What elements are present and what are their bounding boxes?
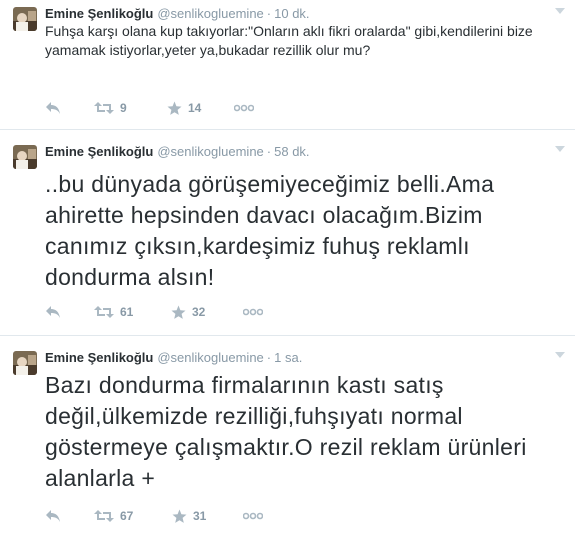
favorite-count: 32 [192, 305, 206, 319]
separator: · [266, 144, 272, 159]
favorite-button[interactable]: 31 [172, 506, 206, 526]
user-name[interactable]: Emine Şenlikoğlu [45, 6, 153, 21]
user-handle[interactable]: @senlikogluemine [157, 144, 263, 159]
more-icon [243, 512, 263, 520]
avatar[interactable] [13, 7, 37, 31]
more-button[interactable] [243, 302, 263, 322]
tweet-header: Emine Şenlikoğlu @senlikogluemine · 58 dk. [45, 144, 310, 160]
more-icon [243, 308, 263, 316]
retweet-count: 61 [120, 305, 134, 319]
reply-icon [46, 510, 60, 522]
tweet-time[interactable]: 1 sa. [274, 350, 302, 365]
retweet-button[interactable]: 67 [94, 506, 133, 526]
more-button[interactable] [243, 506, 263, 526]
separator: · [266, 350, 272, 365]
tweet-header: Emine Şenlikoğlu @senlikogluemine · 10 dk. [45, 6, 310, 22]
retweet-count: 9 [120, 101, 127, 115]
user-handle[interactable]: @senlikogluemine [157, 350, 263, 365]
favorite-button[interactable]: 14 [167, 98, 201, 118]
chevron-down-icon[interactable] [555, 146, 565, 152]
tweet[interactable]: Emine Şenlikoğlu @senlikogluemine · 58 dk. … [0, 138, 575, 336]
star-icon [167, 101, 182, 115]
tweet-time[interactable]: 10 dk. [274, 6, 309, 21]
retweet-icon [94, 510, 114, 522]
user-name[interactable]: Emine Şenlikoğlu [45, 350, 153, 365]
avatar[interactable] [13, 351, 37, 375]
tweet-text: ..bu dünyada görüşemiyeceğimiz belli.Ama… [45, 171, 495, 290]
tweet-text: Fuhşa karşı olana kup takıyorlar:"Onları… [45, 23, 533, 58]
reply-button[interactable] [45, 98, 61, 118]
star-icon [172, 509, 187, 523]
favorite-count: 14 [188, 101, 202, 115]
star-icon [171, 305, 186, 319]
reply-button[interactable] [45, 302, 61, 322]
more-button[interactable] [234, 98, 254, 118]
more-icon [234, 104, 254, 112]
favorite-count: 31 [193, 509, 207, 523]
user-name[interactable]: Emine Şenlikoğlu [45, 144, 153, 159]
reply-icon [46, 306, 60, 318]
tweet[interactable]: Emine Şenlikoğlu @senlikogluemine · 10 dk. … [0, 0, 575, 130]
avatar[interactable] [13, 145, 37, 169]
retweet-icon [94, 102, 114, 114]
retweet-count: 67 [120, 509, 134, 523]
favorite-button[interactable]: 32 [171, 302, 205, 322]
tweet-time[interactable]: 58 dk. [274, 144, 309, 159]
tweet[interactable]: Emine Şenlikoğlu @senlikogluemine · 1 sa. B… [0, 344, 575, 533]
tweet-text: Bazı dondurma firmalarının kastı satış d… [45, 372, 527, 491]
tweet-header: Emine Şenlikoğlu @senlikogluemine · 1 sa. [45, 350, 302, 366]
user-handle[interactable]: @senlikogluemine [157, 6, 263, 21]
chevron-down-icon[interactable] [555, 352, 565, 358]
reply-icon [46, 102, 60, 114]
retweet-button[interactable]: 61 [94, 302, 133, 322]
retweet-button[interactable]: 9 [94, 98, 127, 118]
chevron-down-icon[interactable] [555, 8, 565, 14]
tweet-timeline: Emine Şenlikoğlu @senlikogluemine · 10 dk. … [0, 0, 575, 533]
reply-button[interactable] [45, 506, 61, 526]
retweet-icon [94, 306, 114, 318]
separator: · [266, 6, 272, 21]
